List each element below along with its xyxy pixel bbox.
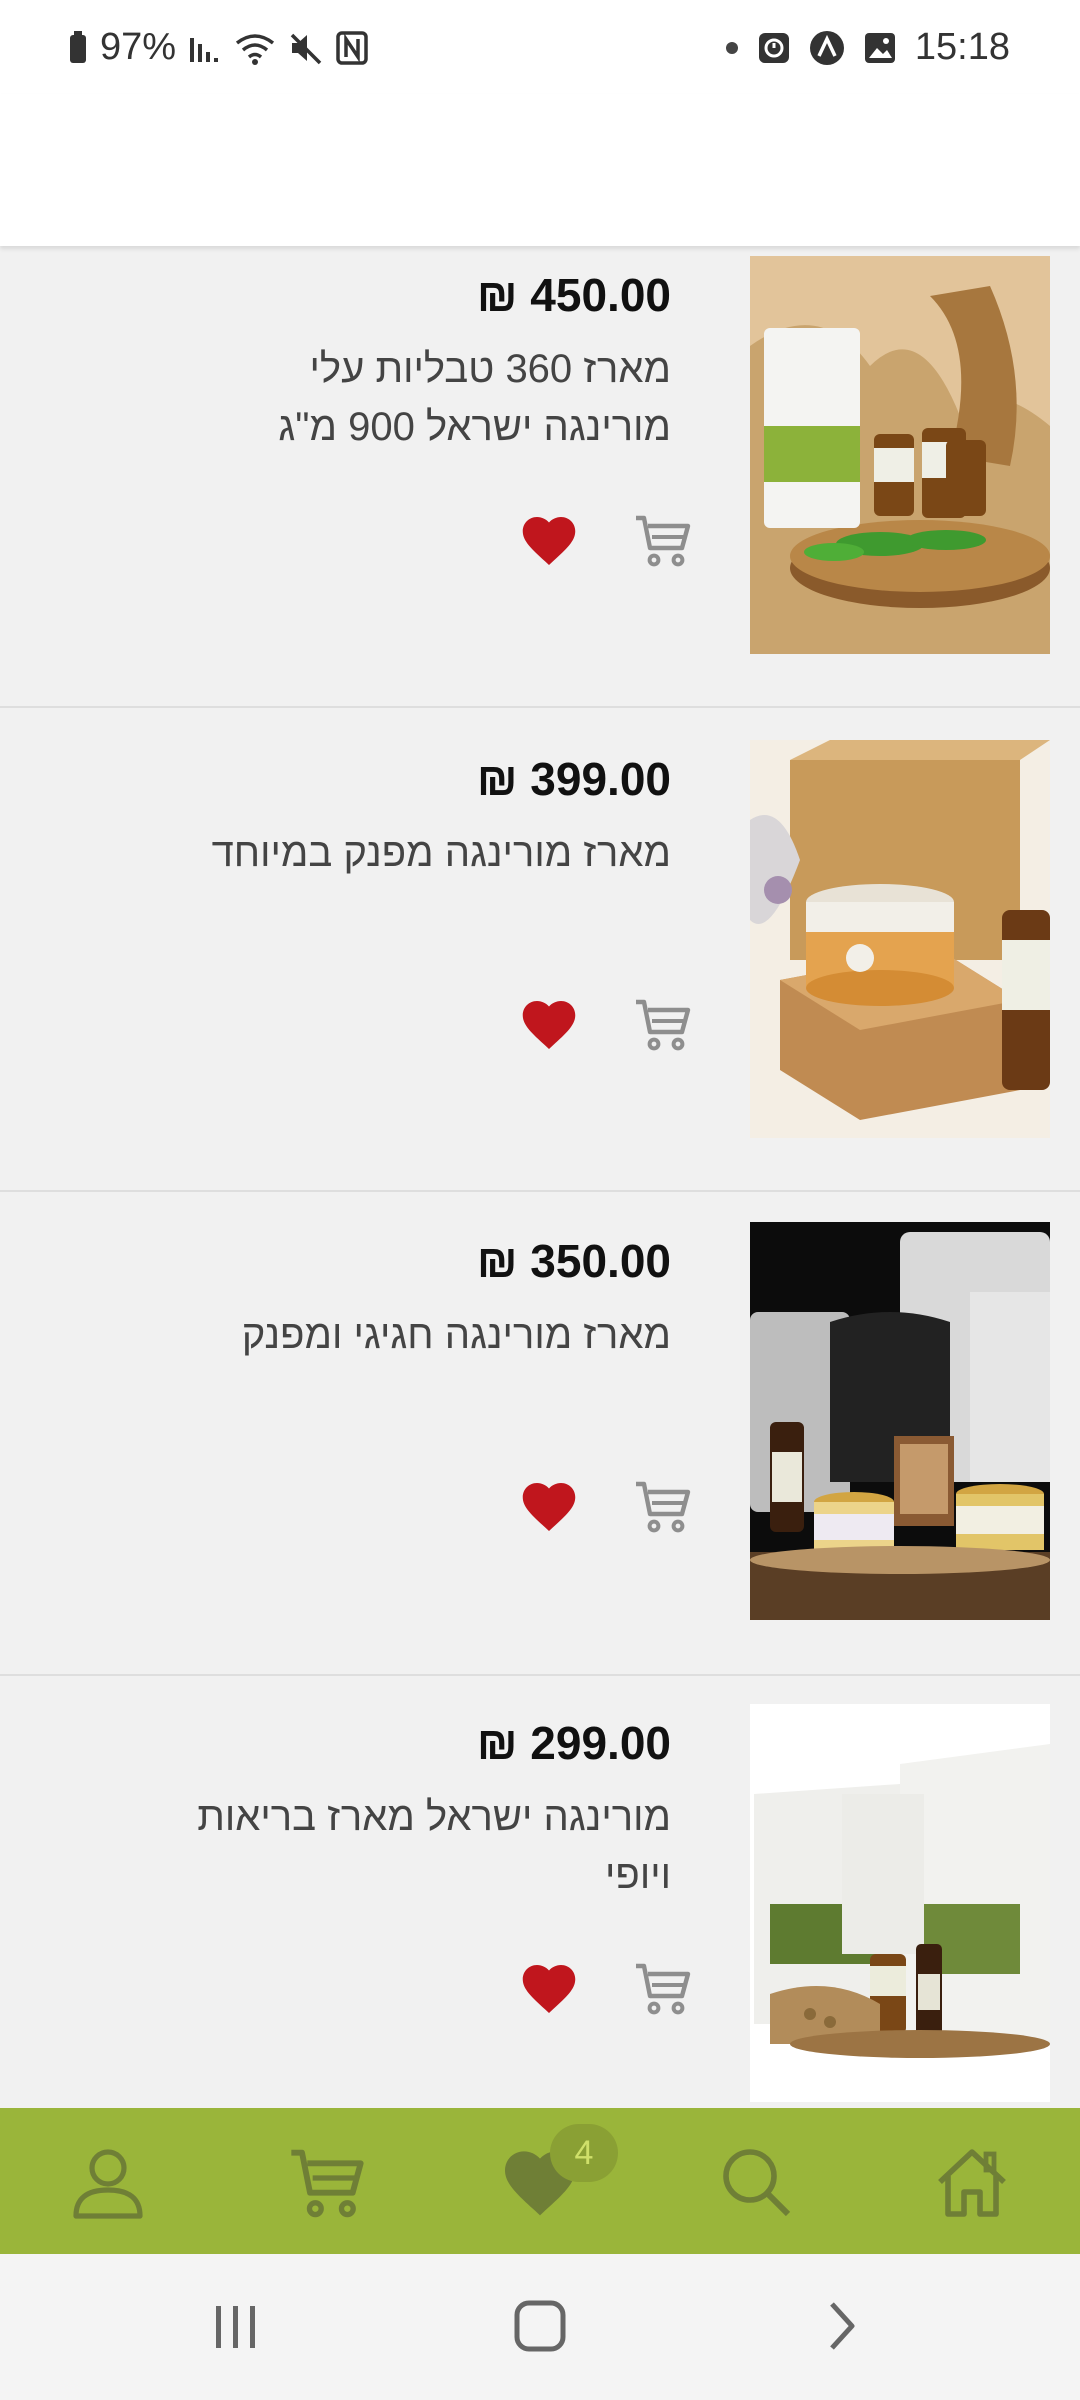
product-card[interactable]: ₪ 299.00 מורינגה ישראל מארז בריאות ויופי bbox=[0, 1676, 1080, 2110]
home-system-button[interactable] bbox=[512, 2298, 568, 2354]
product-list[interactable]: ₪ 450.00 מארז 360 טבליות עלי מורינגה ישר… bbox=[0, 246, 1080, 2110]
add-to-cart-button[interactable] bbox=[632, 512, 692, 568]
nav-home-button[interactable] bbox=[932, 2142, 1012, 2222]
nav-search-button[interactable] bbox=[716, 2142, 796, 2222]
product-card[interactable]: ₪ 399.00 מארז מורינגה מפנק במיוחד bbox=[0, 710, 1080, 1192]
home-square-icon bbox=[514, 2300, 566, 2352]
cart-icon bbox=[636, 1481, 691, 1533]
battery-icon bbox=[70, 30, 86, 63]
status-time: 15:18 bbox=[914, 26, 1010, 68]
cart-icon bbox=[636, 999, 691, 1051]
product-card[interactable]: ₪ 350.00 מארז מורינגה חגיגי ומפנק bbox=[0, 1194, 1080, 1676]
product-image[interactable] bbox=[750, 740, 1050, 1138]
wishlist-button[interactable] bbox=[519, 1478, 579, 1534]
heart-icon bbox=[522, 1483, 576, 1531]
add-to-cart-button[interactable] bbox=[632, 1478, 692, 1534]
product-title[interactable]: מורינגה ישראל מארז בריאות ויופי bbox=[191, 1788, 671, 1904]
heart-icon bbox=[522, 517, 576, 565]
product-price: ₪ 299.00 bbox=[476, 1717, 671, 1769]
add-to-cart-button[interactable] bbox=[632, 1960, 692, 2016]
cart-icon bbox=[636, 1963, 691, 2015]
mute-icon bbox=[290, 33, 322, 64]
recent-apps-button[interactable] bbox=[208, 2302, 264, 2352]
heart-icon bbox=[522, 1001, 576, 1049]
app-header bbox=[0, 94, 1080, 246]
product-price: ₪ 399.00 bbox=[476, 753, 671, 805]
heart-icon bbox=[522, 1965, 576, 2013]
nav-cart-button[interactable] bbox=[286, 2142, 366, 2222]
user-icon bbox=[73, 2149, 143, 2219]
wishlist-count-badge: 4 bbox=[550, 2124, 618, 2182]
product-price: ₪ 450.00 bbox=[476, 269, 671, 321]
product-image[interactable] bbox=[750, 1704, 1050, 2102]
system-nav-bar bbox=[0, 2254, 1080, 2400]
product-card[interactable]: ₪ 450.00 מארז 360 טבליות עלי מורינגה ישר… bbox=[0, 246, 1080, 708]
notification-dot-icon bbox=[725, 41, 738, 54]
product-title[interactable]: מארז מורינגה מפנק במיוחד bbox=[191, 824, 671, 882]
wishlist-button[interactable] bbox=[519, 512, 579, 568]
alarm-app-icon bbox=[758, 32, 789, 63]
wifi-icon bbox=[235, 33, 275, 65]
wishlist-button[interactable] bbox=[519, 1960, 579, 2016]
product-image[interactable] bbox=[750, 256, 1050, 654]
status-bar: 97% 15:18 bbox=[0, 0, 1080, 94]
bottom-nav bbox=[0, 2108, 1080, 2254]
gallery-icon bbox=[864, 32, 895, 63]
cart-icon bbox=[291, 2149, 364, 2218]
battery-percent: 97% bbox=[100, 26, 177, 68]
wishlist-button[interactable] bbox=[519, 996, 579, 1052]
home-icon bbox=[938, 2149, 1006, 2217]
product-title[interactable]: מארז מורינגה חגיגי ומפנק bbox=[191, 1306, 671, 1364]
recent-apps-icon bbox=[216, 2306, 255, 2348]
signal-icon bbox=[190, 37, 219, 62]
app-notification-icon bbox=[809, 30, 844, 65]
search-icon bbox=[723, 2149, 791, 2217]
status-left: 97% bbox=[68, 26, 368, 69]
product-title[interactable]: מארז 360 טבליות עלי מורינגה ישראל 900 מ"… bbox=[191, 340, 671, 456]
nav-account-button[interactable] bbox=[68, 2142, 148, 2222]
nfc-icon bbox=[336, 30, 368, 65]
product-price: ₪ 350.00 bbox=[476, 1235, 671, 1287]
status-right: 15:18 bbox=[725, 26, 1010, 69]
chevron-right-icon bbox=[830, 2302, 855, 2350]
product-image[interactable] bbox=[750, 1222, 1050, 1620]
cart-icon bbox=[636, 515, 691, 567]
add-to-cart-button[interactable] bbox=[632, 996, 692, 1052]
back-system-button[interactable] bbox=[822, 2298, 862, 2354]
